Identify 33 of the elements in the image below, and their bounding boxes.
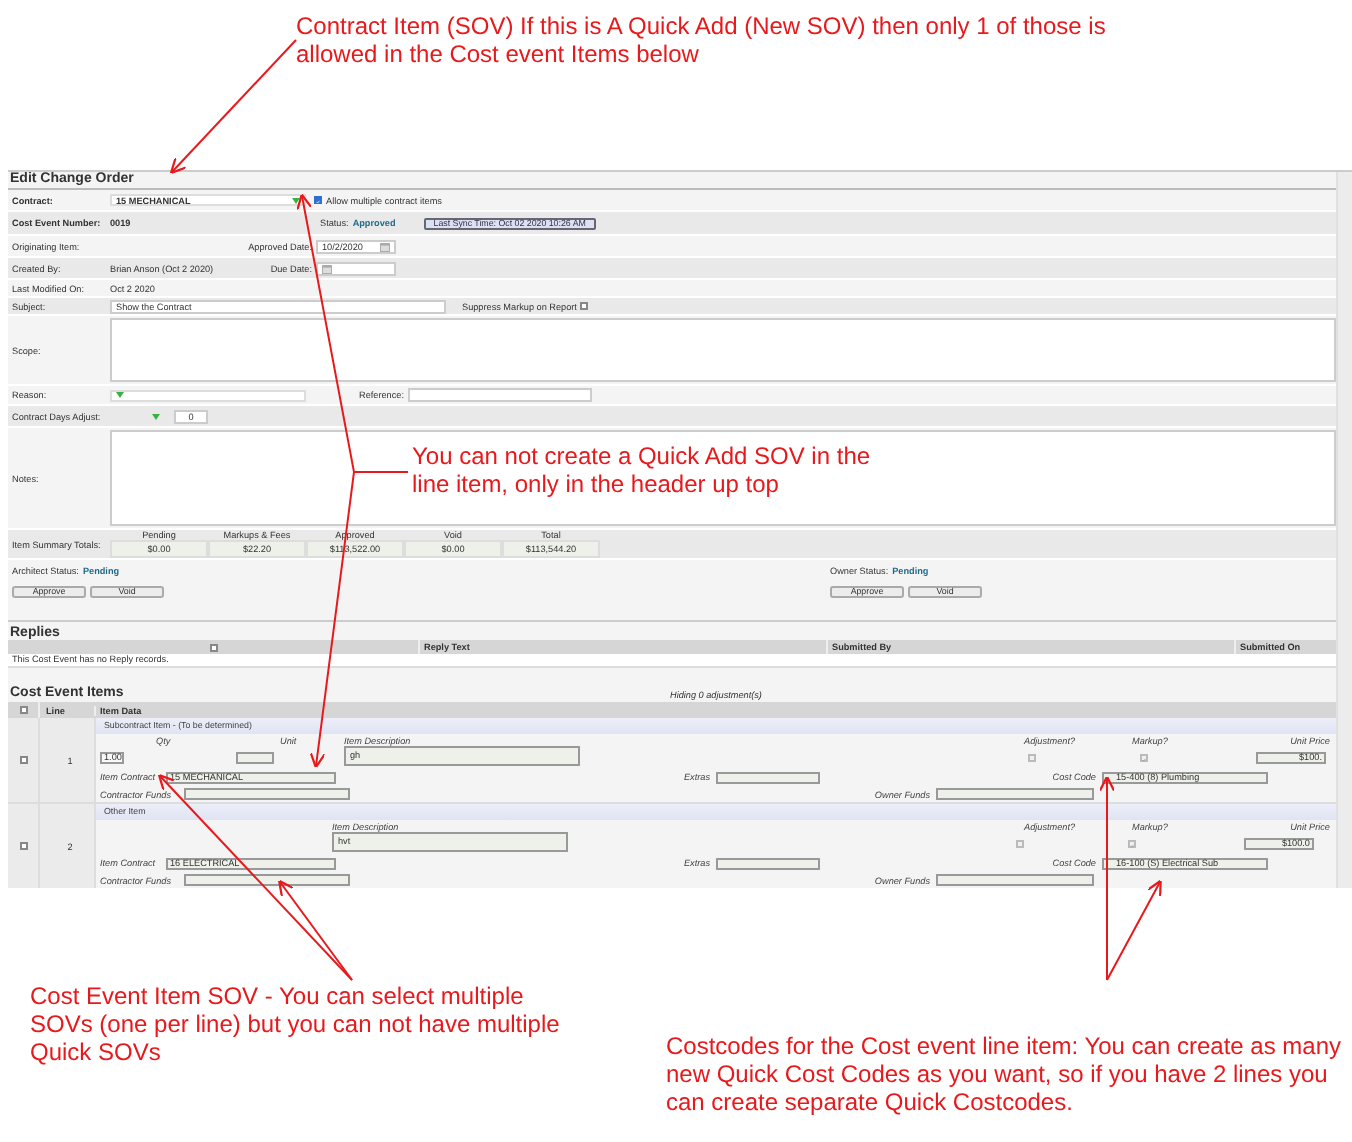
calendar-icon bbox=[322, 263, 332, 273]
unit-field[interactable] bbox=[236, 751, 274, 763]
checkbox[interactable] bbox=[1128, 839, 1136, 847]
annotation-text: Cost Event Item SOV - You can select multiple SOVs (one per line) but you can not have multiple Quick SOVs bbox=[30, 982, 562, 1066]
extras-field[interactable] bbox=[716, 771, 820, 783]
annotation-text: You can not create a Quick Add SOV in the line item, only in the header up top bbox=[412, 442, 873, 498]
extras-field[interactable] bbox=[716, 857, 820, 869]
reference-field[interactable] bbox=[408, 388, 592, 402]
date-field[interactable] bbox=[316, 261, 396, 275]
dropdown-arrow-icon bbox=[116, 392, 124, 398]
owner-funds-field[interactable] bbox=[936, 874, 1094, 886]
annotation-text: Costcodes for the Cost event line item: You can create as many new Quick Cost Codes as you want, so if you have 2 lines you can create separate Quick Costcodes. bbox=[666, 1032, 1342, 1116]
notes-field[interactable] bbox=[110, 430, 1337, 526]
checkbox[interactable] bbox=[1028, 753, 1036, 761]
calendar-icon bbox=[380, 241, 390, 251]
contractor-funds-field[interactable] bbox=[184, 874, 350, 886]
scrollbar[interactable] bbox=[1336, 172, 1352, 888]
checkbox[interactable] bbox=[19, 842, 27, 850]
owner-funds-field[interactable] bbox=[936, 788, 1094, 800]
checkbox[interactable] bbox=[19, 756, 27, 764]
contractor-funds-field[interactable] bbox=[184, 788, 350, 800]
dropdown-arrow-icon bbox=[292, 197, 300, 203]
checkbox[interactable] bbox=[1140, 753, 1148, 761]
scope-field[interactable] bbox=[110, 318, 1337, 382]
checkbox[interactable] bbox=[1016, 839, 1024, 847]
reason-select[interactable] bbox=[110, 389, 306, 401]
dropdown-arrow-icon bbox=[152, 413, 160, 419]
checkbox[interactable] bbox=[580, 302, 589, 310]
checkbox[interactable] bbox=[314, 196, 322, 204]
checkbox[interactable] bbox=[19, 706, 27, 714]
checkbox[interactable] bbox=[209, 643, 217, 651]
annotation-text: Contract Item (SOV) If this is A Quick Add (New SOV) then only 1 of those is allowed in the Cost event Items below bbox=[296, 12, 1108, 68]
annotation-arrow bbox=[169, 39, 297, 175]
